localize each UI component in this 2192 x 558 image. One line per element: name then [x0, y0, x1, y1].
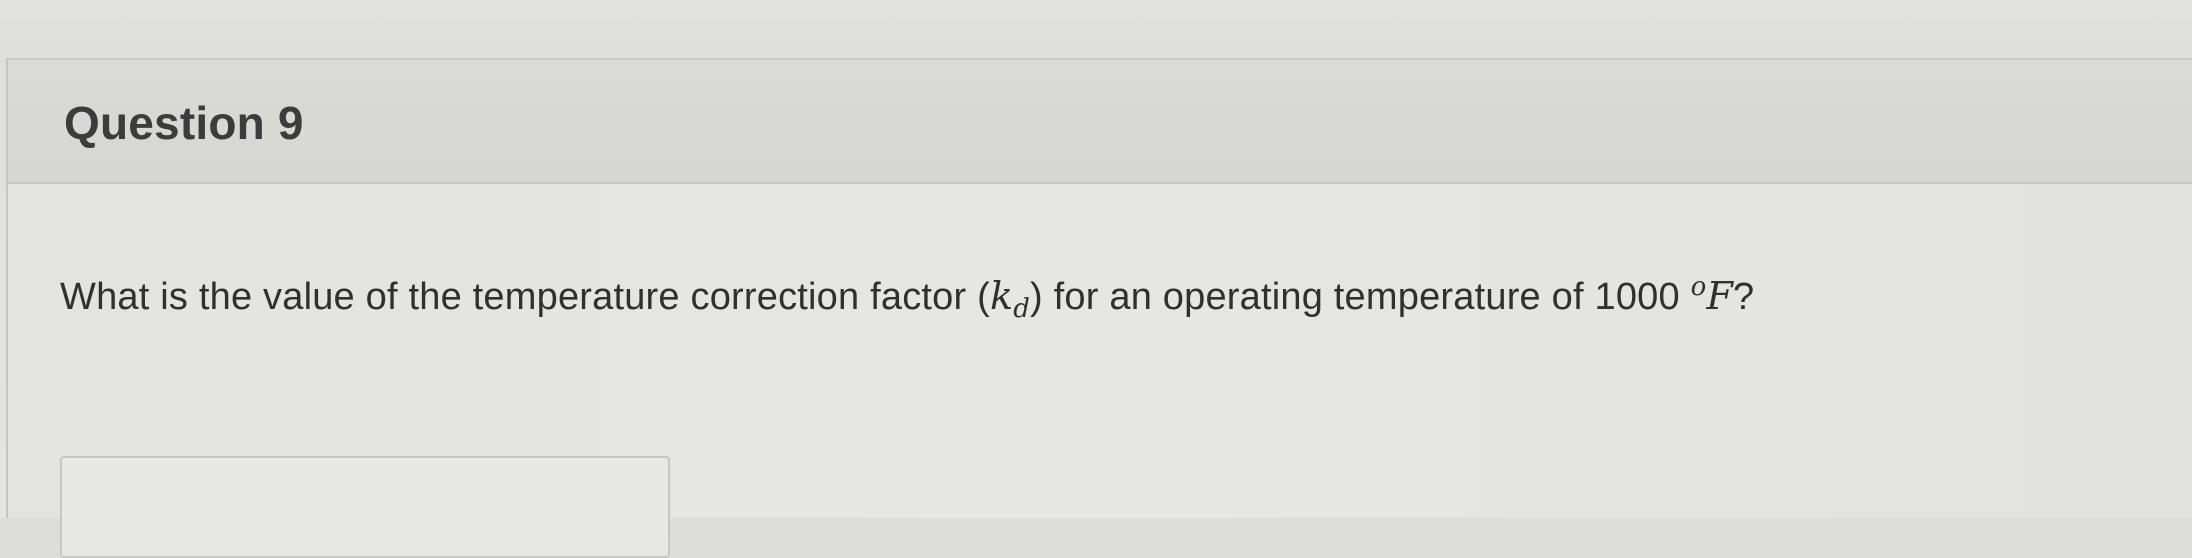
question-header: Question 9	[8, 60, 2192, 184]
question-card: Question 9 What is the value of the temp…	[6, 58, 2192, 558]
temperature-unit: oF	[1690, 272, 1734, 318]
question-title: Question 9	[64, 97, 304, 149]
prompt-text-end: ?	[1733, 276, 1755, 318]
prompt-text-start: What is the value of the temperature cor…	[60, 276, 990, 318]
kd-symbol: kd	[989, 274, 1031, 324]
page-top-background	[0, 0, 2192, 58]
question-prompt: What is the value of the temperature cor…	[60, 272, 1754, 324]
prompt-text-middle: ) for an operating temperature of 1000	[1030, 276, 1691, 318]
answer-input[interactable]	[60, 456, 670, 558]
kd-subscript: d	[1013, 294, 1031, 324]
degree-symbol: o	[1690, 272, 1707, 302]
